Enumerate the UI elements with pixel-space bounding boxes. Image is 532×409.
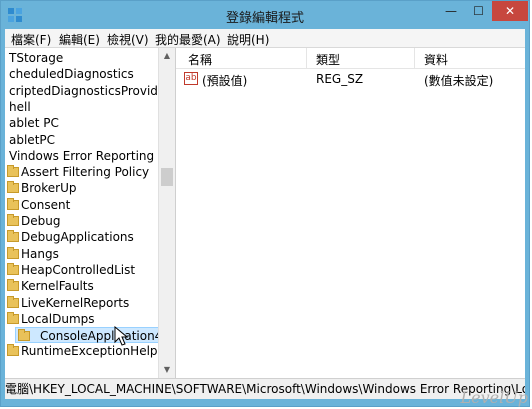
tree-node-label: Assert Filtering Policy — [21, 165, 150, 180]
menu-help[interactable]: 說明(H) — [227, 31, 269, 48]
tree-node-label: TStorage — [9, 51, 64, 65]
list-header: 名稱 類型 資料 — [176, 48, 525, 69]
registry-editor-window: 登錄編輯程式 — ☐ ✕ 檔案(F) 編輯(E) 檢視(V) 我的最愛(A) 說… — [0, 0, 530, 407]
minimize-button[interactable]: — — [437, 1, 465, 21]
tree-node[interactable]: ablet PC — [5, 115, 158, 131]
close-button[interactable]: ✕ — [492, 1, 528, 21]
folder-icon — [7, 246, 19, 259]
folder-icon — [7, 295, 19, 308]
menu-bar: 檔案(F) 編輯(E) 檢視(V) 我的最愛(A) 說明(H) — [5, 29, 525, 47]
column-header-type[interactable]: 類型 — [316, 51, 340, 68]
tree-node-label: HeapControlledList — [21, 262, 136, 277]
scroll-thumb[interactable] — [161, 168, 173, 186]
tree-node[interactable]: BrokerUp — [5, 180, 158, 196]
folder-icon — [7, 344, 19, 357]
folder-icon — [7, 262, 19, 275]
tree-node-label: Debug — [21, 214, 61, 228]
tree-node[interactable]: DebugApplications — [5, 229, 158, 245]
tree-node[interactable]: RuntimeExceptionHelperM — [5, 343, 175, 359]
watermark-logo: LevelUp — [460, 388, 528, 407]
tree-node[interactable]: LocalDumps — [5, 311, 158, 327]
status-bar: 電腦\HKEY_LOCAL_MACHINE\SOFTWARE\Microsoft… — [5, 378, 525, 399]
tree-node-label: Consent — [21, 197, 71, 212]
tree-scrollbar[interactable]: ▲ ▼ — [158, 48, 175, 378]
tree-node-label: KernelFaults — [21, 279, 94, 294]
column-header-data[interactable]: 資料 — [424, 51, 448, 68]
tree-node-label: hell — [9, 99, 31, 114]
list-item[interactable]: ab (預設值) REG_SZ (數值未設定) — [176, 70, 525, 88]
tree-node-label: BrokerUp — [21, 181, 77, 196]
folder-icon — [7, 214, 19, 226]
tree-node[interactable]: hell — [5, 99, 158, 115]
tree-node-label: Vindows Error Reporting — [9, 148, 155, 163]
tree-node[interactable]: Debug — [5, 213, 158, 229]
folder-icon — [7, 181, 19, 194]
tree-node-label: criptedDiagnosticsProvider — [9, 83, 171, 98]
column-header-name[interactable]: 名稱 — [188, 51, 212, 68]
column-separator[interactable] — [306, 48, 307, 68]
tree-node[interactable]: Assert Filtering Policy — [5, 164, 158, 180]
registry-tree: TStorage cheduledDiagnostics criptedDiagno… — [5, 48, 176, 378]
content-area: TStorage cheduledDiagnostics criptedDiagno… — [5, 47, 525, 378]
tree-node-label: ablet PC — [9, 116, 59, 131]
menu-edit[interactable]: 編輯(E) — [59, 31, 100, 48]
title-bar[interactable]: 登錄編輯程式 — ☐ ✕ — [1, 1, 529, 29]
tree-node[interactable]: criptedDiagnosticsProvider — [5, 83, 170, 99]
status-path: 電腦\HKEY_LOCAL_MACHINE\SOFTWARE\Microsoft… — [5, 382, 525, 396]
tree-node[interactable]: ConsoleApplication46.e — [15, 327, 175, 344]
tree-node[interactable]: Consent — [5, 197, 158, 213]
tree-node-label: cheduledDiagnostics — [9, 67, 134, 82]
tree-node[interactable]: Hangs — [5, 246, 158, 262]
tree-node[interactable]: HeapControlledList — [5, 262, 158, 278]
tree-node-label: LocalDumps — [21, 311, 95, 326]
folder-icon — [7, 279, 19, 292]
menu-favorites[interactable]: 我的最愛(A) — [155, 31, 221, 48]
menu-file[interactable]: 檔案(F) — [11, 31, 51, 48]
tree-node[interactable]: cheduledDiagnostics — [5, 66, 158, 82]
tree-node-label: LiveKernelReports — [21, 295, 130, 310]
value-data: (數值未設定) — [424, 74, 494, 88]
maximize-button[interactable]: ☐ — [465, 1, 492, 21]
folder-icon — [7, 230, 19, 243]
folder-icon — [7, 165, 19, 178]
string-value-icon: ab — [184, 72, 198, 85]
value-list: 名稱 類型 資料 ab (預設值) REG_SZ (數值未設定) — [176, 48, 525, 378]
mouse-cursor-icon — [114, 326, 129, 346]
tree-node-label: abletPC — [9, 132, 56, 147]
tree-node[interactable]: KernelFaults — [5, 278, 158, 294]
menu-view[interactable]: 檢視(V) — [107, 31, 149, 48]
tree-node-label: RuntimeExceptionHelperM — [21, 344, 176, 359]
tree-node-label: ConsoleApplication46.e — [40, 329, 176, 344]
value-name: (預設值) — [202, 74, 248, 88]
tree-node[interactable]: Vindows Error Reporting — [5, 148, 158, 164]
column-separator[interactable] — [414, 48, 415, 68]
folder-icon — [7, 311, 19, 324]
tree-node[interactable]: abletPC — [5, 132, 158, 148]
scroll-down-arrow-icon[interactable]: ▼ — [159, 362, 175, 378]
tree-node-label: DebugApplications — [21, 230, 134, 245]
tree-node[interactable]: TStorage — [5, 50, 158, 66]
scroll-up-arrow-icon[interactable]: ▲ — [159, 48, 175, 64]
folder-icon — [7, 197, 19, 210]
tree-node[interactable]: LiveKernelReports — [5, 295, 158, 311]
value-type: REG_SZ — [316, 72, 364, 86]
tree-node-label: Hangs — [21, 246, 59, 261]
folder-icon — [18, 329, 30, 342]
